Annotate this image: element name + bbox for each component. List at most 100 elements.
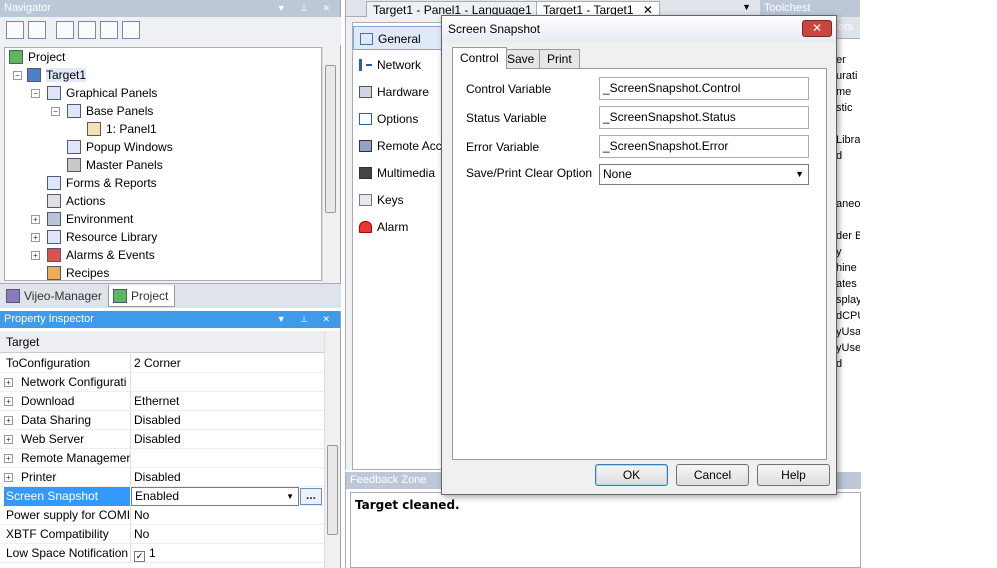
screen-snapshot-select[interactable]: Enabled ▼ bbox=[131, 487, 299, 506]
toolchest-item[interactable]: me bbox=[836, 86, 860, 98]
run-icon[interactable] bbox=[122, 21, 140, 39]
property-row[interactable]: + Printer Disabled bbox=[0, 468, 324, 487]
expand-icon[interactable]: + bbox=[4, 416, 13, 425]
alarm-icon bbox=[359, 221, 372, 233]
toolchest-item[interactable]: d bbox=[836, 358, 860, 370]
tree-item-panel1[interactable]: 1: Panel1 bbox=[87, 120, 157, 138]
tree-item-resource-library[interactable]: Resource Library bbox=[47, 228, 157, 246]
expand-icon[interactable]: + bbox=[31, 233, 40, 242]
tab-control[interactable]: Control bbox=[452, 47, 507, 69]
toolchest-item[interactable]: yUse bbox=[836, 342, 860, 354]
property-row[interactable]: + Network Configurati bbox=[0, 373, 324, 392]
property-row[interactable]: + Web Server Disabled bbox=[0, 430, 324, 449]
panel-edit-icon bbox=[87, 122, 101, 136]
checkbox[interactable]: ✓ bbox=[134, 551, 145, 562]
config-item-keys[interactable]: Keys bbox=[353, 188, 449, 212]
tree-item-project[interactable]: Project bbox=[9, 48, 65, 66]
tree-item-base-panels[interactable]: Base Panels bbox=[67, 102, 153, 120]
toolchest-item[interactable]: Libra bbox=[836, 134, 860, 146]
control-variable-input[interactable]: _ScreenSnapshot.Control bbox=[599, 77, 809, 100]
toolchest-item[interactable]: er bbox=[836, 54, 860, 66]
tab-project[interactable]: Project bbox=[108, 285, 176, 307]
tree-item-master-panels[interactable]: Master Panels bbox=[67, 156, 163, 174]
toolchest-item[interactable]: aneo bbox=[836, 198, 860, 210]
expand-icon[interactable]: + bbox=[31, 215, 40, 224]
config-item-remote-access[interactable]: Remote Acce bbox=[353, 134, 449, 158]
tab-print[interactable]: Print bbox=[539, 49, 580, 68]
expand-icon[interactable]: + bbox=[4, 473, 13, 482]
new-panel-icon[interactable] bbox=[6, 21, 24, 39]
expand-icon[interactable]: + bbox=[4, 378, 13, 387]
config-item-alarm[interactable]: Alarm bbox=[353, 215, 449, 239]
config-item-hardware[interactable]: Hardware bbox=[353, 80, 449, 104]
collapse-icon[interactable]: − bbox=[51, 107, 60, 116]
panel-controls[interactable]: ▼ ⊥ ✕ bbox=[277, 0, 336, 17]
close-button[interactable]: ✕ bbox=[802, 20, 832, 37]
tree-item-alarms-events[interactable]: Alarms & Events bbox=[47, 246, 155, 264]
config-item-general[interactable]: General bbox=[353, 26, 449, 50]
chevron-down-icon: ▼ bbox=[795, 169, 804, 179]
clear-option-label: Save/Print Clear Option bbox=[466, 166, 593, 180]
project-tree[interactable]: Project − Target1 − Graphical Panels − B… bbox=[4, 47, 322, 281]
scrollbar-thumb[interactable] bbox=[325, 65, 336, 213]
chevron-down-icon[interactable]: ▼ bbox=[742, 2, 751, 12]
expand-icon[interactable]: + bbox=[4, 435, 13, 444]
tree-item-actions[interactable]: Actions bbox=[47, 192, 105, 210]
toolchest-item[interactable]: yUsa bbox=[836, 326, 860, 338]
property-row[interactable]: + Data Sharing Disabled bbox=[0, 411, 324, 430]
ok-button[interactable]: OK bbox=[595, 464, 668, 486]
toolchest-item[interactable]: stic bbox=[836, 102, 860, 114]
download-icon[interactable] bbox=[100, 21, 118, 39]
tree-item-popup-windows[interactable]: Popup Windows bbox=[67, 138, 173, 156]
panel-controls[interactable]: ▼ ⊥ ✕ bbox=[277, 311, 336, 328]
toolchest-item[interactable]: der B bbox=[836, 230, 860, 242]
property-row[interactable]: XBTF Compatibility No bbox=[0, 525, 324, 544]
window-icon bbox=[360, 33, 373, 45]
ellipsis-button[interactable]: ... bbox=[300, 488, 322, 505]
error-variable-input[interactable]: _ScreenSnapshot.Error bbox=[599, 135, 809, 158]
tree-item-graphical-panels[interactable]: Graphical Panels bbox=[47, 84, 157, 102]
help-button[interactable]: Help bbox=[757, 464, 830, 486]
config-item-network[interactable]: Network bbox=[353, 53, 449, 77]
tree-item-forms-reports[interactable]: Forms & Reports bbox=[47, 174, 157, 192]
scrollbar-thumb[interactable] bbox=[327, 445, 338, 535]
toolchest-item[interactable]: dCPU bbox=[836, 310, 860, 322]
tree-item-target1[interactable]: Target1 bbox=[27, 66, 87, 84]
property-row[interactable]: Power supply for COMI No bbox=[0, 506, 324, 525]
tree-item-environment[interactable]: Environment bbox=[47, 210, 133, 228]
options-icon bbox=[359, 113, 372, 125]
property-row[interactable]: + Remote Managemer bbox=[0, 449, 324, 468]
expand-icon[interactable]: + bbox=[4, 454, 13, 463]
collapse-icon[interactable]: − bbox=[13, 71, 22, 80]
property-row[interactable]: ToConfiguration 2 Corner bbox=[0, 354, 324, 373]
toolchest-item[interactable]: hine bbox=[836, 262, 860, 274]
target-icon bbox=[27, 68, 41, 82]
clear-option-select[interactable]: None ▼ bbox=[599, 164, 809, 185]
save-icon[interactable] bbox=[28, 21, 46, 39]
status-variable-input[interactable]: _ScreenSnapshot.Status bbox=[599, 106, 809, 129]
property-row[interactable]: Low Space Notification ✓ 1 bbox=[0, 544, 324, 563]
config-item-multimedia[interactable]: Multimedia bbox=[353, 161, 449, 185]
config-item-options[interactable]: Options bbox=[353, 107, 449, 131]
collapse-icon[interactable]: − bbox=[31, 89, 40, 98]
toolchest-item[interactable]: urati bbox=[836, 70, 860, 82]
tree-item-recipes[interactable]: Recipes bbox=[47, 264, 109, 280]
property-row-screen-snapshot[interactable]: Screen Snapshot Enabled ▼ ... bbox=[0, 487, 324, 506]
screen-snapshot-dialog: Screen Snapshot ✕ Control Save Print Con… bbox=[441, 15, 837, 495]
toolchest-item[interactable]: splay bbox=[836, 294, 860, 306]
navigator-scrollbar[interactable] bbox=[322, 47, 338, 281]
expand-icon[interactable]: + bbox=[4, 397, 13, 406]
toolchest-item[interactable]: ates bbox=[836, 278, 860, 290]
expand-icon[interactable]: + bbox=[31, 251, 40, 260]
remote-access-icon bbox=[359, 140, 372, 152]
status-variable-label: Status Variable bbox=[466, 111, 547, 125]
toolchest-item[interactable]: d bbox=[836, 150, 860, 162]
properties-icon[interactable] bbox=[78, 21, 96, 39]
inspector-titlebar: Property Inspector ▼ ⊥ ✕ bbox=[0, 311, 340, 328]
check-icon[interactable] bbox=[56, 21, 74, 39]
property-row[interactable]: + Download Ethernet bbox=[0, 392, 324, 411]
inspector-scrollbar[interactable] bbox=[324, 331, 340, 568]
cancel-button[interactable]: Cancel bbox=[676, 464, 749, 486]
tab-vijeo-manager[interactable]: Vijeo-Manager bbox=[2, 285, 108, 307]
toolchest-item[interactable]: y bbox=[836, 246, 860, 258]
